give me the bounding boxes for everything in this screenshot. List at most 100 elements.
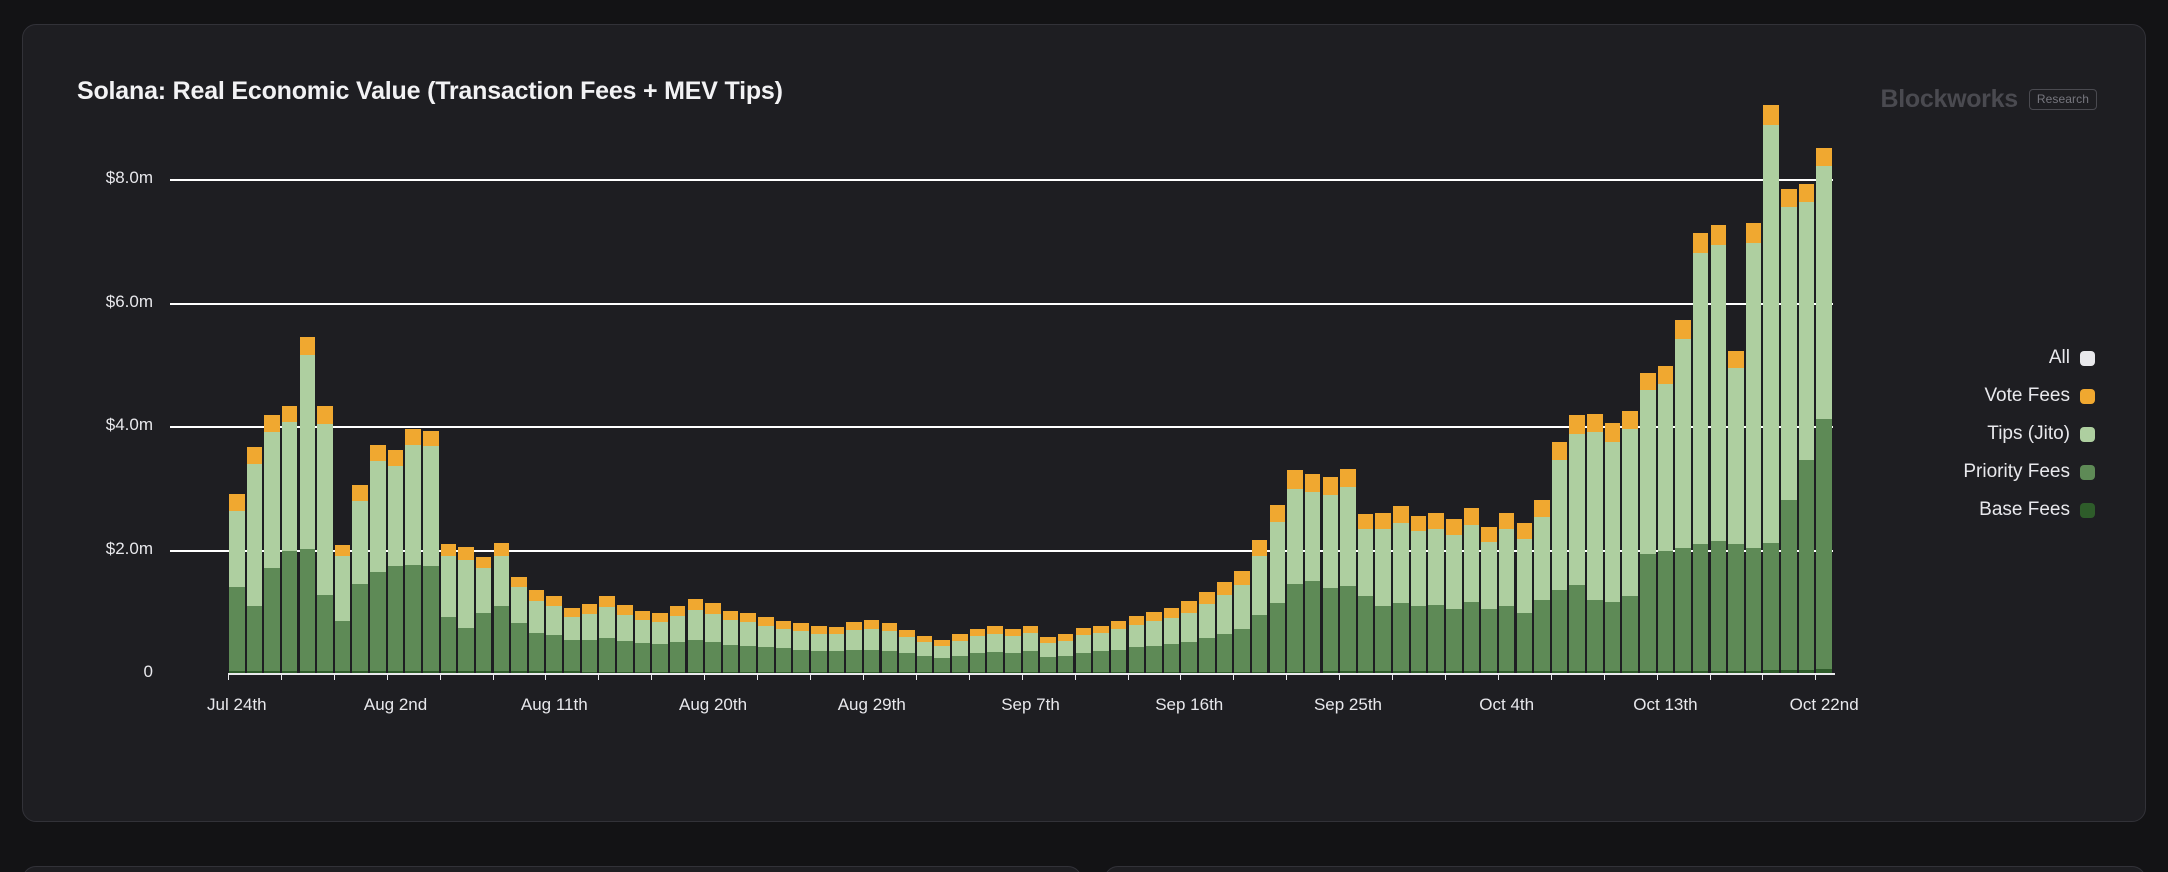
bar-column[interactable] — [1128, 25, 1145, 673]
bar-column[interactable] — [846, 25, 862, 673]
bar-column[interactable] — [899, 25, 915, 673]
bar-column[interactable] — [1287, 25, 1303, 673]
bar-column[interactable] — [1745, 25, 1762, 673]
bar-column[interactable] — [1657, 25, 1674, 673]
bar-column[interactable] — [1322, 25, 1339, 673]
bar-column[interactable] — [969, 25, 986, 673]
bar-column[interactable] — [1304, 25, 1321, 673]
bar-column[interactable] — [775, 25, 792, 673]
bar-column[interactable] — [1110, 25, 1127, 673]
legend-item-priority-fees[interactable]: Priority Fees — [1963, 461, 2095, 483]
bar-column[interactable] — [1569, 25, 1585, 673]
bar-column[interactable] — [281, 25, 298, 673]
bar-column[interactable] — [811, 25, 827, 673]
bar-column[interactable] — [581, 25, 598, 673]
bar-column[interactable] — [934, 25, 951, 673]
bar-column[interactable] — [334, 25, 351, 673]
bar-column[interactable] — [1622, 25, 1638, 673]
bar-segment — [1498, 513, 1515, 530]
bar-column[interactable] — [1181, 25, 1197, 673]
bar-column[interactable] — [1234, 25, 1250, 673]
bar-column[interactable] — [1375, 25, 1391, 673]
bar-column[interactable] — [1763, 25, 1779, 673]
bar-column[interactable] — [1692, 25, 1709, 673]
bar-column[interactable] — [1357, 25, 1374, 673]
bar-column[interactable] — [229, 25, 245, 673]
bar-column[interactable] — [1551, 25, 1568, 673]
bar-column[interactable] — [1005, 25, 1021, 673]
bar-column[interactable] — [1728, 25, 1744, 673]
bar-column[interactable] — [1269, 25, 1286, 673]
bar-column[interactable] — [1781, 25, 1797, 673]
bar-column[interactable] — [246, 25, 263, 673]
bar-column[interactable] — [317, 25, 333, 673]
bar-column[interactable] — [599, 25, 615, 673]
bar-column[interactable] — [1163, 25, 1180, 673]
bar-column[interactable] — [1410, 25, 1427, 673]
bar-column[interactable] — [1675, 25, 1691, 673]
bar-column[interactable] — [828, 25, 845, 673]
legend-item-vote-fees[interactable]: Vote Fees — [1984, 385, 2095, 407]
bar-column[interactable] — [299, 25, 316, 673]
bar-column[interactable] — [952, 25, 968, 673]
chart-legend[interactable]: All Vote Fees Tips (Jito) Priority Fees Base… — [1963, 347, 2095, 521]
bar-column[interactable] — [1798, 25, 1815, 673]
bar-column[interactable] — [352, 25, 368, 673]
bar-column[interactable] — [617, 25, 633, 673]
bar-column[interactable] — [1199, 25, 1215, 673]
bar-column[interactable] — [264, 25, 280, 673]
bar-column[interactable] — [1498, 25, 1515, 673]
legend-item-all[interactable]: All — [2049, 347, 2095, 369]
bar-column[interactable] — [740, 25, 756, 673]
bar-column[interactable] — [1710, 25, 1727, 673]
bar-column[interactable] — [1393, 25, 1409, 673]
bar-column[interactable] — [1516, 25, 1533, 673]
bar-column[interactable] — [687, 25, 704, 673]
bar-column[interactable] — [987, 25, 1003, 673]
bar-column[interactable] — [1216, 25, 1233, 673]
bar-column[interactable] — [423, 25, 439, 673]
bar-column[interactable] — [1428, 25, 1444, 673]
bar-column[interactable] — [758, 25, 774, 673]
bar-column[interactable] — [493, 25, 510, 673]
bar-column[interactable] — [370, 25, 386, 673]
bar-column[interactable] — [1445, 25, 1462, 673]
bar-column[interactable] — [1022, 25, 1039, 673]
bar-column[interactable] — [1534, 25, 1550, 673]
bar-column[interactable] — [1340, 25, 1356, 673]
legend-item-tips-jito[interactable]: Tips (Jito) — [1987, 423, 2095, 445]
bar-column[interactable] — [458, 25, 474, 673]
bar-column[interactable] — [475, 25, 492, 673]
bar-column[interactable] — [1604, 25, 1621, 673]
bar-column[interactable] — [793, 25, 809, 673]
bar-column[interactable] — [652, 25, 668, 673]
bar-column[interactable] — [916, 25, 933, 673]
bar-column[interactable] — [564, 25, 580, 673]
bar-column[interactable] — [1481, 25, 1497, 673]
bar-column[interactable] — [1587, 25, 1603, 673]
bar-column[interactable] — [1816, 25, 1832, 673]
bar-column[interactable] — [405, 25, 421, 673]
bar-column[interactable] — [1093, 25, 1109, 673]
bar-column[interactable] — [881, 25, 898, 673]
bar-column[interactable] — [1057, 25, 1074, 673]
bar-segment — [634, 643, 651, 672]
bar-column[interactable] — [634, 25, 651, 673]
bar-column[interactable] — [387, 25, 404, 673]
bar-column[interactable] — [440, 25, 457, 673]
bar-segment — [617, 605, 633, 616]
bar-column[interactable] — [511, 25, 527, 673]
bar-column[interactable] — [722, 25, 739, 673]
bar-column[interactable] — [528, 25, 545, 673]
legend-item-base-fees[interactable]: Base Fees — [1979, 499, 2095, 521]
bar-column[interactable] — [1639, 25, 1656, 673]
bar-column[interactable] — [1040, 25, 1056, 673]
bar-column[interactable] — [546, 25, 562, 673]
bar-column[interactable] — [1251, 25, 1268, 673]
bar-column[interactable] — [1075, 25, 1092, 673]
bar-column[interactable] — [1146, 25, 1162, 673]
bar-column[interactable] — [705, 25, 721, 673]
bar-column[interactable] — [863, 25, 880, 673]
bar-column[interactable] — [669, 25, 686, 673]
bar-column[interactable] — [1463, 25, 1480, 673]
